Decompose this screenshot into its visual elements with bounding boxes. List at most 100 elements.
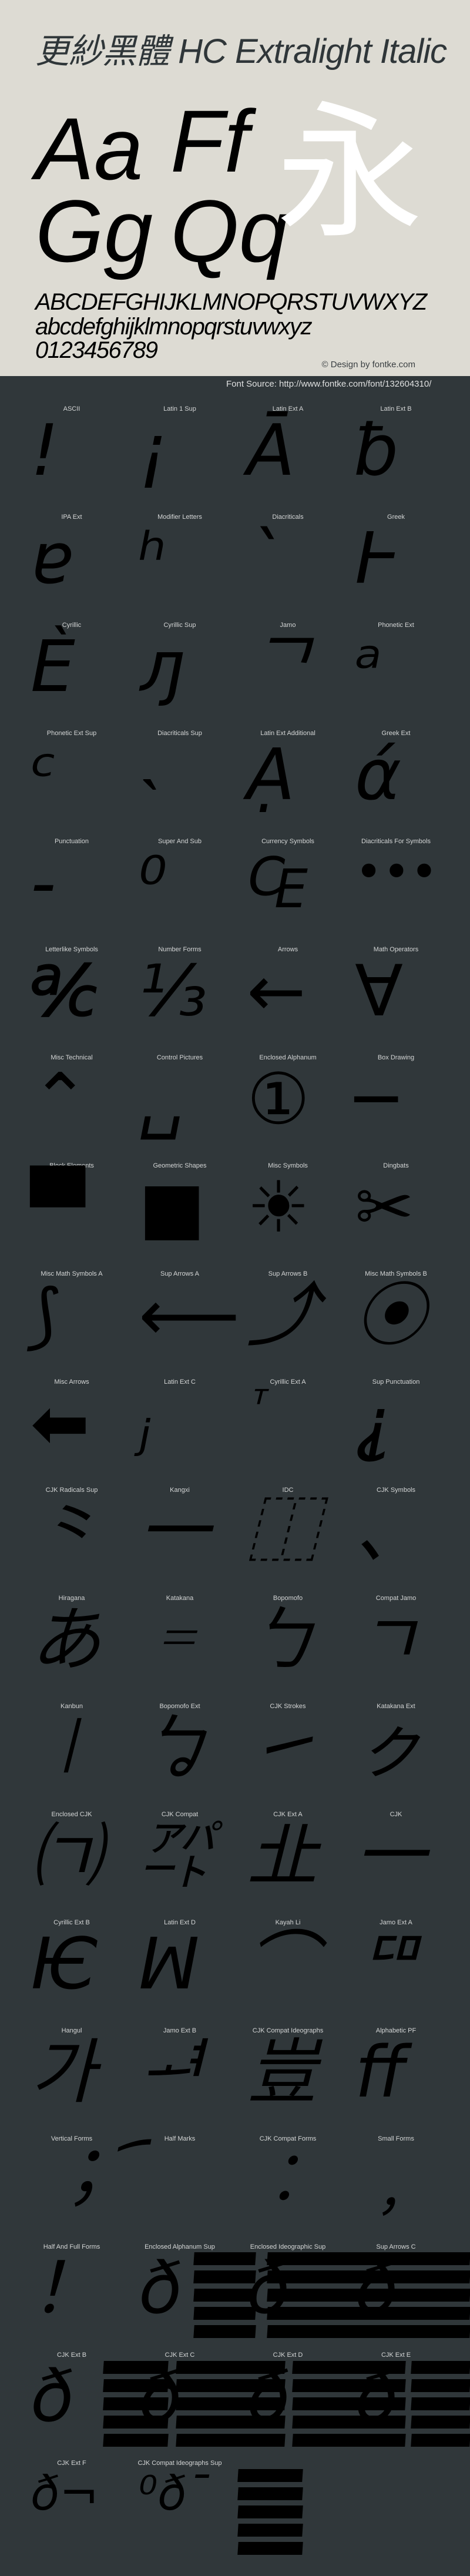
block-cell: Dingbats ✂ <box>342 1162 450 1270</box>
block-sample-glyph: ᵃ <box>355 626 382 708</box>
block-sample-glyph: ⌒ <box>247 1924 317 2005</box>
block-cell: Misc Math Symbols A ⟆ <box>18 1270 126 1378</box>
block-cell: Jamo Ext Bힰ <box>126 2027 234 2135</box>
sample-gg: Gg <box>35 182 153 280</box>
block-cell: ASCII! <box>18 405 126 514</box>
sample-ff: Ff <box>170 92 249 190</box>
block-label: Cyrillic Ext A <box>270 1378 306 1386</box>
block-sample-glyph: ᄀ <box>247 626 312 708</box>
block-sample-glyph: ─ <box>355 1059 398 1141</box>
block-cell: Enclosed Alphanum ① <box>234 1054 342 1162</box>
block-sample-glyph: ɐ <box>31 518 74 600</box>
block-cell: Enclosed CJK ㈀ <box>18 1811 126 1919</box>
block-cell: Greek Ͱ <box>342 514 450 622</box>
block-sample-glyph: ⁰ð¯ <box>139 2466 210 2521</box>
block-cell: Sup Punctuation ⸘ <box>342 1378 450 1487</box>
missing-glyph-bars <box>237 2469 303 2560</box>
block-cell: Misc Technical ⌃ <box>18 1054 126 1162</box>
block-cell: Latin Ext Bƀ <box>342 405 450 514</box>
block-cell: Hiragana あ <box>18 1595 126 1703</box>
block-cell: Diacriticals Sup ˴ <box>126 730 234 838</box>
block-cell: CJK Radicals Sup ⺀ <box>18 1487 126 1595</box>
font-source-link[interactable]: Font Source: http://www.fontke.com/font/… <box>226 379 431 389</box>
block-cell: CJK Compat ㌀ <box>126 1811 234 1919</box>
block-sample-glyph: ˋ <box>247 518 282 600</box>
block-cell: Phonetic Ext ᵃ <box>342 622 450 730</box>
block-cell: Kayah Li ⌒ <box>234 1919 342 2027</box>
missing-glyph-bars <box>411 2361 470 2452</box>
block-sample-glyph: ␣ <box>139 1059 184 1141</box>
uppercase-sample: ABCDEFGHIJKLMNOPQRSTUVWXYZ <box>35 289 427 315</box>
block-sample-glyph: ﬀ <box>355 2032 406 2114</box>
block-cell: Kangxi ⼀ <box>126 1487 234 1595</box>
block-cell: Misc Math Symbols B ⦿ <box>342 1270 450 1378</box>
block-sample-glyph: ꟽ <box>139 1924 200 2005</box>
block-cell: Compat Jamo ㄱ <box>342 1595 450 1703</box>
block-sample-glyph: Ѥ <box>31 1924 98 2005</box>
block-cell: Cyrillic Ext BѤ <box>18 1919 126 2027</box>
block-cell: CJK Ext Fð¬ <box>18 2460 126 2568</box>
block-sample-glyph: ゠ <box>139 1599 209 1681</box>
font-title: 更紗黑體 HC Extralight Italic <box>35 32 447 71</box>
block-cell: CJK Compat Forms ︰ <box>234 2135 342 2243</box>
block-sample-glyph: ① <box>247 1059 310 1141</box>
block-sample-glyph: ⬅ <box>31 1383 90 1465</box>
block-sample-glyph: ㆐ <box>31 1708 101 1789</box>
block-cell: Phonetic Ext Sup ᶜ <box>18 730 126 838</box>
block-cell: Latin Ext Cⱼ <box>126 1378 234 1487</box>
block-sample-glyph: ⌃ <box>31 1059 90 1141</box>
block-sample-glyph: ㌀ <box>139 1816 209 1897</box>
block-sample-glyph: ㇀ <box>247 1708 317 1789</box>
block-sample-glyph: ■ <box>139 1167 206 1249</box>
block-cell: Bopomofo Ext ㆠ <box>126 1703 234 1811</box>
block-cell: CJK Symbols、 <box>342 1487 450 1595</box>
missing-glyph-bars <box>267 2252 470 2343</box>
block-sample-glyph: Ͱ <box>355 518 401 600</box>
block-cell: Sup Arrows B ⤴ <box>234 1270 342 1378</box>
digits-sample: 0123456789 <box>35 337 158 363</box>
block-cell: Super And Sub ⁰ <box>126 838 234 946</box>
block-sample-glyph: ㈀ <box>31 1816 101 1897</box>
block-cell: Currency Symbols ₠ <box>234 838 342 946</box>
block-sample-glyph: ﹐ <box>355 2140 425 2222</box>
block-cell: Modifier Letters ʰ <box>126 514 234 622</box>
block-cell: Half Marks︠ <box>126 2135 234 2243</box>
block-sample-glyph: ✂ <box>355 1167 414 1249</box>
block-cell: Box Drawing ─ <box>342 1054 450 1162</box>
block-cell: Cyrillic Ѐ <box>18 622 126 730</box>
block-cell: Math Operators ∀ <box>342 946 450 1054</box>
block-cell: Bopomofo ㄅ <box>234 1595 342 1703</box>
block-sample-glyph: Ạ <box>247 734 296 816</box>
block-sample-glyph: ⦿ <box>355 1275 425 1357</box>
missing-glyph-bars <box>292 2361 406 2452</box>
block-cell: IDC ⿰ <box>234 1487 342 1595</box>
block-sample-glyph: ㄅ <box>247 1599 317 1681</box>
block-sample-glyph: ☀ <box>247 1167 310 1249</box>
block-sample-glyph: ⸘ <box>355 1383 392 1465</box>
missing-glyph-bars <box>103 2361 169 2452</box>
block-sample-glyph: ！ <box>31 2248 101 2330</box>
block-cell: Katakana Ext ㇰ <box>342 1703 450 1811</box>
block-sample-glyph: 가 <box>31 2032 96 2114</box>
block-sample-glyph: ⤴ <box>247 1275 317 1357</box>
block-sample-glyph: ⅓ <box>139 951 207 1032</box>
block-sample-glyph: ʰ <box>139 518 167 600</box>
block-cell: CJK Ext A㐀 <box>234 1811 342 1919</box>
block-sample-glyph: ð <box>139 2248 182 2330</box>
block-cell: Latin Ext AĀ <box>234 405 342 514</box>
block-cell: CJK Compat Ideographs Sup ⁰ð¯ <box>126 2460 234 2568</box>
block-cell: Vertical Forms ︔ <box>18 2135 126 2243</box>
block-cell: Hangul 가 <box>18 2027 126 2135</box>
block-sample-glyph: ά <box>355 734 402 816</box>
block-sample-glyph: ℀ <box>31 951 99 1032</box>
block-sample-glyph: Ā <box>247 410 296 492</box>
specimen-header: 更紗黑體 HC Extralight Italic Aa Ff Gg Qq 永 … <box>0 0 470 376</box>
block-sample-glyph: ₠ <box>247 843 309 924</box>
block-cell: Katakana ゠ <box>126 1595 234 1703</box>
missing-glyph-bars <box>193 2252 256 2343</box>
block-sample-glyph: ㇰ <box>355 1708 425 1789</box>
sample-aa: Aa <box>35 99 143 198</box>
block-sample-glyph: ˴ <box>139 734 162 816</box>
block-sample-glyph: ꥠ <box>355 1924 420 2005</box>
lowercase-sample: abcdefghijklmnopqrstuvwxyz <box>35 314 313 340</box>
